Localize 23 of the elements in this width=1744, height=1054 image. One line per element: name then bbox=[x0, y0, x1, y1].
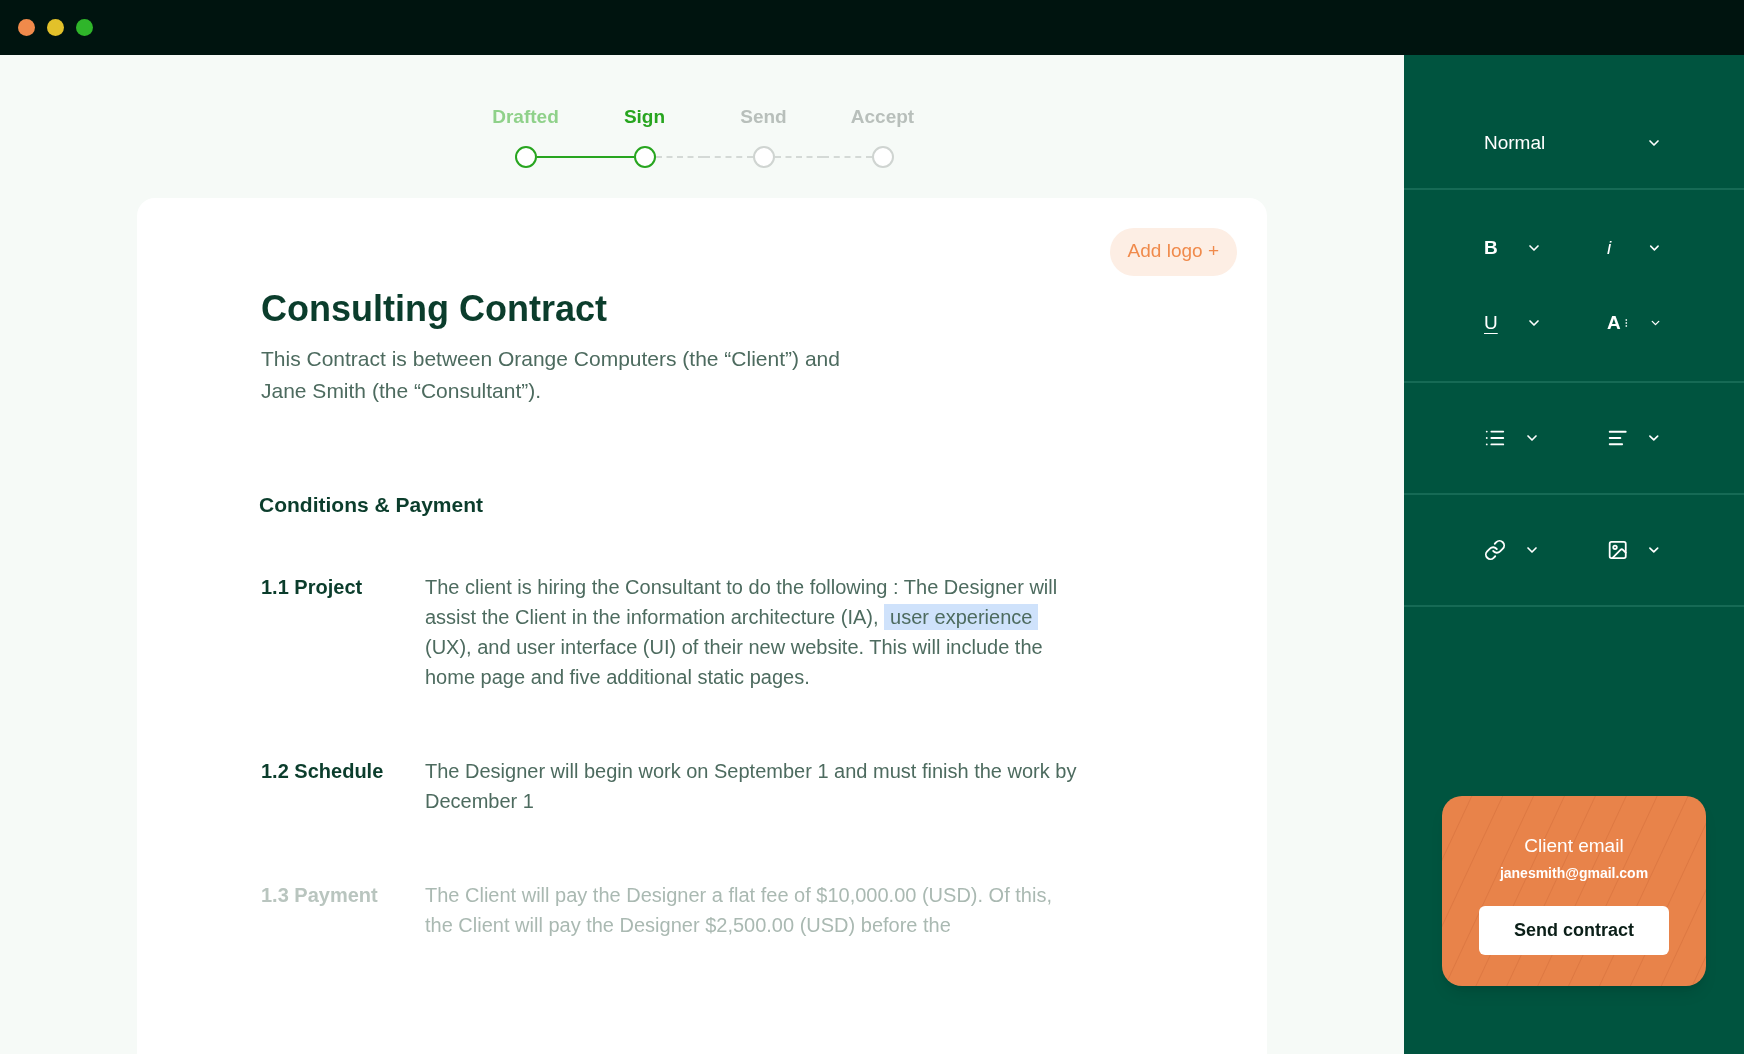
link-icon bbox=[1484, 539, 1506, 561]
clause-text: The Designer will begin work on September 1 and must finish the work by December 1 bbox=[425, 759, 1078, 814]
clause-label: 1.3 Payment bbox=[261, 883, 379, 908]
image-icon bbox=[1607, 539, 1629, 561]
step-label: Accept bbox=[850, 105, 915, 129]
format-button[interactable]: i bbox=[1573, 234, 1662, 263]
clause-label: 1.1 Project bbox=[261, 575, 364, 600]
format-button[interactable]: U bbox=[1484, 308, 1573, 337]
clause-text: The client is hiring the Consultant to do the following : The Designer will assist the Client in the information architecture (IA), user experience (UX), and user interface (UI) of their new website. This will include the home page and five additional static pages. bbox=[425, 575, 1059, 690]
format-button[interactable]: B bbox=[1484, 234, 1573, 263]
send-contract-button[interactable]: Send contract bbox=[1479, 905, 1669, 955]
step-label: Sign bbox=[623, 105, 666, 129]
clause-label: 1.2 Schedule bbox=[261, 759, 385, 784]
clause-text: The Client will pay the Designer a flat fee of $10,000.00 (USD). Of this, the Client will pay the Designer $2,500.00 (USD) before the bbox=[425, 883, 1053, 938]
text-style-dropdown[interactable]: Normal bbox=[1484, 129, 1662, 158]
section-heading: Conditions & Payment bbox=[259, 491, 485, 518]
step-label: Send bbox=[740, 105, 787, 129]
client-email: janesmith@gmail.com bbox=[1499, 863, 1649, 883]
card-title: Client email bbox=[1524, 834, 1624, 858]
intro-paragraph: This Contract is between Orange Computers (the “Client”) and Jane Smith (the “Consultant”). bbox=[261, 345, 841, 404]
format-button[interactable]: A bbox=[1573, 308, 1662, 337]
step-label: Drafted bbox=[492, 105, 559, 129]
document-title: Consulting Contract bbox=[261, 286, 608, 331]
